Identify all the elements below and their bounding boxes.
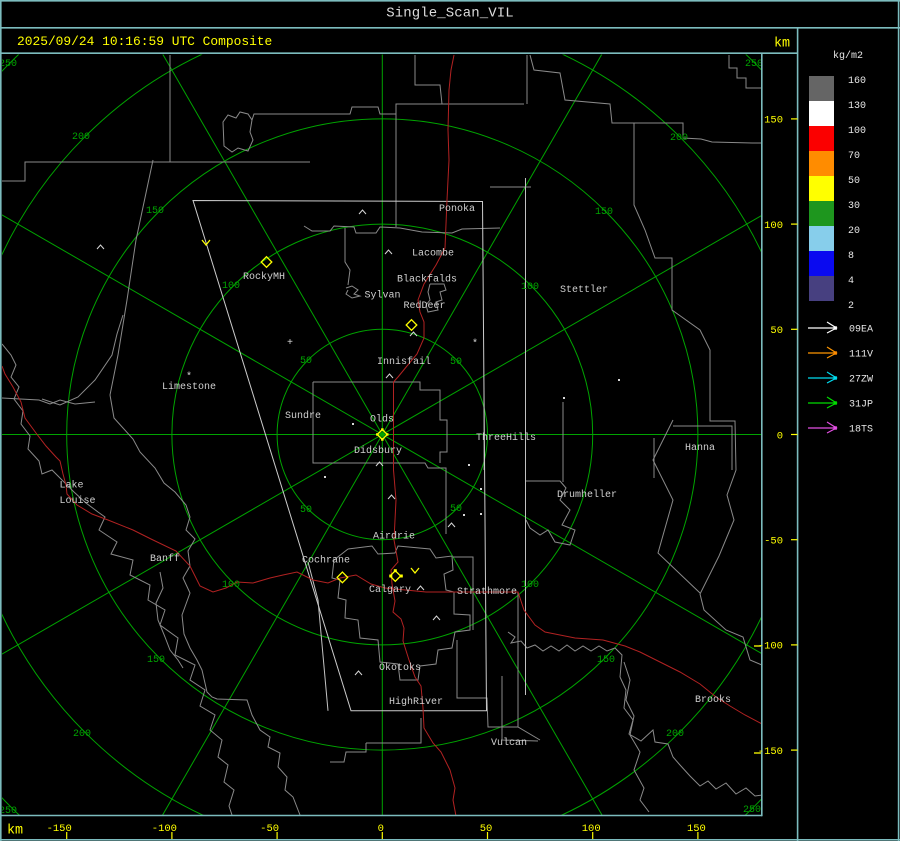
svg-text:-50: -50 bbox=[764, 536, 783, 548]
svg-text:Brooks: Brooks bbox=[695, 694, 731, 706]
svg-text:4: 4 bbox=[848, 276, 854, 287]
svg-text:RockyMH: RockyMH bbox=[243, 271, 285, 283]
svg-text:50: 50 bbox=[450, 357, 462, 368]
svg-text:Cochrane: Cochrane bbox=[302, 555, 350, 567]
svg-text:Okotoks: Okotoks bbox=[379, 662, 421, 674]
svg-text:250: 250 bbox=[745, 59, 763, 70]
svg-text:Hanna: Hanna bbox=[685, 443, 715, 454]
svg-text:100: 100 bbox=[521, 282, 539, 293]
svg-text:-100: -100 bbox=[152, 823, 177, 835]
svg-text:250: 250 bbox=[743, 805, 761, 816]
svg-text:Blackfalds: Blackfalds bbox=[397, 274, 457, 286]
svg-text:2025/09/24 10:16:59 UTC Compos: 2025/09/24 10:16:59 UTC Composite bbox=[17, 34, 272, 49]
svg-text:100: 100 bbox=[848, 126, 866, 137]
svg-text:RedDeer: RedDeer bbox=[404, 300, 446, 312]
svg-text:100: 100 bbox=[582, 823, 601, 835]
svg-text:Airdrie: Airdrie bbox=[373, 531, 415, 543]
svg-text:100: 100 bbox=[222, 580, 240, 591]
svg-text:150: 150 bbox=[597, 655, 615, 666]
svg-text:Sylvan: Sylvan bbox=[365, 290, 401, 302]
svg-text:31JP: 31JP bbox=[849, 400, 873, 411]
svg-text:Didsbury: Didsbury bbox=[354, 445, 402, 457]
svg-text:ThreeHills: ThreeHills bbox=[476, 432, 536, 444]
svg-text:Vulcan: Vulcan bbox=[491, 737, 527, 749]
svg-text:2: 2 bbox=[848, 301, 854, 312]
svg-text:50: 50 bbox=[480, 823, 493, 835]
svg-text:18TS: 18TS bbox=[849, 425, 873, 436]
svg-text:130: 130 bbox=[848, 101, 866, 112]
svg-text:Lake: Lake bbox=[60, 480, 84, 492]
svg-text:200: 200 bbox=[72, 132, 90, 143]
svg-text:Banff: Banff bbox=[150, 553, 180, 565]
svg-text:-150: -150 bbox=[47, 823, 72, 835]
svg-text:km: km bbox=[7, 824, 23, 839]
svg-text:Ponoka: Ponoka bbox=[439, 203, 475, 215]
svg-text:27ZW: 27ZW bbox=[849, 375, 873, 386]
svg-text:50: 50 bbox=[848, 176, 860, 187]
svg-text:Single_Scan_VIL: Single_Scan_VIL bbox=[386, 6, 514, 22]
svg-text:20: 20 bbox=[848, 226, 860, 237]
svg-text:50: 50 bbox=[450, 504, 462, 515]
svg-text:200: 200 bbox=[666, 729, 684, 740]
svg-text:50: 50 bbox=[300, 505, 312, 516]
svg-text:150: 150 bbox=[146, 206, 164, 217]
svg-text:30: 30 bbox=[848, 201, 860, 212]
svg-text:km: km bbox=[774, 37, 790, 52]
svg-text:250: 250 bbox=[0, 59, 17, 70]
svg-text:Strathmore: Strathmore bbox=[457, 586, 517, 598]
svg-text:70: 70 bbox=[848, 151, 860, 162]
svg-text:50: 50 bbox=[300, 356, 312, 367]
svg-text:150: 150 bbox=[147, 655, 165, 666]
svg-text:8: 8 bbox=[848, 251, 854, 262]
svg-text:Lacombe: Lacombe bbox=[412, 248, 454, 260]
svg-text:Olds: Olds bbox=[370, 414, 394, 426]
svg-text:-50: -50 bbox=[260, 823, 279, 835]
svg-text:HighRiver: HighRiver bbox=[389, 696, 443, 708]
svg-text:0: 0 bbox=[378, 823, 384, 835]
svg-text:50: 50 bbox=[770, 325, 783, 337]
svg-text:200: 200 bbox=[670, 133, 688, 144]
svg-text:150: 150 bbox=[764, 115, 783, 127]
svg-text:Sundre: Sundre bbox=[285, 410, 321, 422]
svg-text:200: 200 bbox=[73, 729, 91, 740]
svg-text:*: * bbox=[186, 371, 192, 383]
svg-text:100: 100 bbox=[521, 580, 539, 591]
svg-text:-100: -100 bbox=[758, 641, 783, 653]
svg-text:09EA: 09EA bbox=[849, 325, 873, 336]
svg-text:150: 150 bbox=[687, 823, 706, 835]
svg-text:100: 100 bbox=[222, 281, 240, 292]
svg-text:-150: -150 bbox=[758, 746, 783, 758]
svg-text:100: 100 bbox=[764, 220, 783, 232]
svg-text:160: 160 bbox=[848, 76, 866, 87]
svg-text:Innisfail: Innisfail bbox=[377, 356, 431, 368]
svg-text:+: + bbox=[287, 338, 293, 349]
svg-text:150: 150 bbox=[595, 207, 613, 218]
svg-text:Calgary: Calgary bbox=[369, 584, 411, 596]
svg-text:*: * bbox=[472, 338, 478, 350]
svg-text:Stettler: Stettler bbox=[560, 284, 608, 296]
svg-text:0: 0 bbox=[777, 430, 783, 442]
svg-text:111V: 111V bbox=[849, 350, 873, 361]
svg-text:Louise: Louise bbox=[60, 495, 96, 507]
svg-text:kg/m2: kg/m2 bbox=[833, 50, 863, 62]
svg-text:Drumheller: Drumheller bbox=[557, 489, 617, 501]
